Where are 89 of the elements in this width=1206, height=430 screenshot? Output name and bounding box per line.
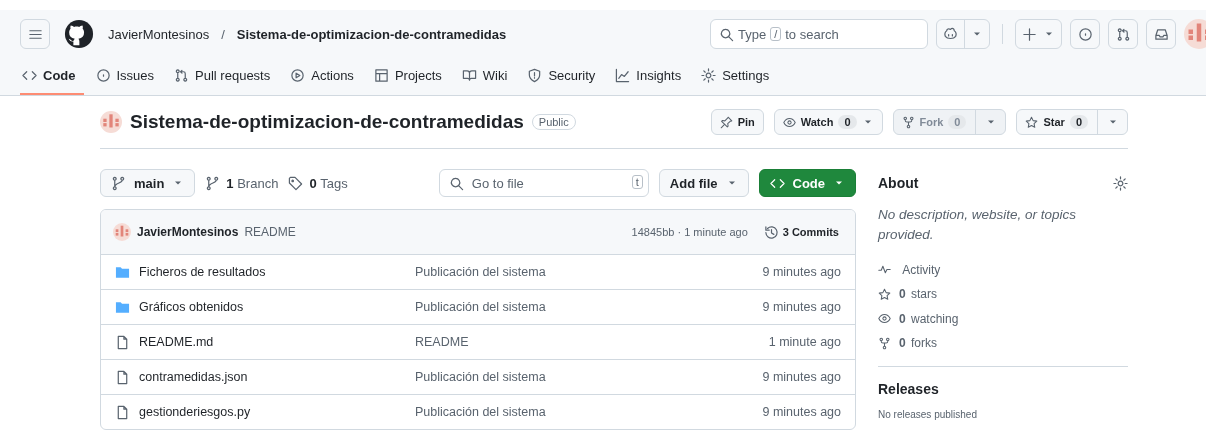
repo-link[interactable]: Sistema-de-optimizacion-de-contramedidas	[236, 26, 507, 42]
commit-message-link[interactable]: README	[415, 335, 769, 349]
commit-message-link[interactable]: Publicación del sistema	[415, 405, 763, 419]
folder-icon	[115, 264, 130, 280]
pull-request-icon	[1115, 26, 1131, 42]
search-icon	[448, 176, 464, 191]
pin-icon	[719, 115, 733, 129]
add-file-button[interactable]: Add file	[658, 169, 749, 197]
releases-text: No releases published	[878, 408, 978, 420]
repo-title: Sistema-de-optimizacion-de-contramedidas	[130, 111, 524, 133]
file-link[interactable]: gestionderiesgos.py	[139, 405, 251, 419]
about-link[interactable]: 0 watching	[878, 306, 1128, 331]
file-link[interactable]: contramedidas.json	[139, 370, 248, 384]
play-icon	[290, 68, 306, 83]
commit-message[interactable]: README	[244, 225, 296, 239]
issues-button[interactable]	[1070, 19, 1100, 49]
code-button[interactable]: Code	[758, 169, 856, 197]
pull-requests-button[interactable]	[1108, 19, 1138, 49]
commits-link[interactable]: 3 Commits	[763, 224, 839, 240]
shield-icon	[527, 68, 543, 83]
repo-tab[interactable]: Security	[519, 58, 604, 95]
folder-icon	[115, 299, 130, 315]
file-time: 9 minutes ago	[762, 405, 841, 419]
pull-request-icon	[174, 68, 190, 83]
history-icon	[763, 224, 779, 240]
about-heading: About	[878, 175, 919, 191]
create-button[interactable]	[1015, 19, 1062, 49]
branch-icon	[111, 175, 126, 191]
file-link[interactable]: README.md	[139, 335, 214, 349]
logo-icon[interactable]	[64, 19, 94, 49]
commit-message-link[interactable]: Publicación del sistema	[415, 370, 763, 384]
fork-icon	[901, 115, 915, 129]
about-link[interactable]: 0 stars	[878, 282, 1128, 307]
branch-icon	[205, 175, 221, 191]
about-link[interactable]: 0 forks	[878, 331, 1128, 356]
repo-tab[interactable]: Issues	[87, 58, 163, 95]
fork-icon	[878, 336, 891, 350]
action-split-button[interactable]: Star 0	[1016, 109, 1128, 135]
code-icon	[22, 68, 37, 83]
tag-icon	[288, 175, 304, 191]
commit-meta: 14845bb · 1 minute ago	[631, 226, 748, 238]
avatar-icon	[113, 223, 131, 241]
commit-message-link[interactable]: Publicación del sistema	[415, 265, 763, 279]
star-icon	[878, 287, 891, 301]
commit-message-link[interactable]: Publicación del sistema	[415, 300, 763, 314]
action-split-button[interactable]: Watch 0	[773, 109, 883, 135]
file-link[interactable]: Ficheros de resultados	[139, 265, 266, 279]
menu-button[interactable]	[20, 19, 50, 49]
file-link[interactable]: Gráficos obtenidos	[139, 300, 244, 314]
owner-link[interactable]: JavierMontesinos	[108, 26, 210, 42]
file-time: 1 minute ago	[768, 335, 841, 349]
repo-tab[interactable]: Projects	[365, 58, 450, 95]
file-time: 9 minutes ago	[762, 265, 841, 279]
book-icon	[461, 68, 477, 83]
branches-link[interactable]: 1 Branch	[205, 175, 279, 191]
about-link[interactable]: Activity	[878, 257, 1128, 282]
repo-tab[interactable]: Code	[20, 58, 84, 95]
table-icon	[373, 68, 389, 83]
eye-icon	[878, 312, 891, 326]
about-description: No description, website, or topics provided.	[878, 206, 1078, 245]
file-time: 9 minutes ago	[762, 300, 841, 314]
eye-icon	[782, 115, 796, 129]
plus-icon	[1022, 26, 1037, 42]
shortcut-key: t	[631, 175, 643, 189]
file-icon	[115, 369, 130, 385]
repo-tab[interactable]: Wiki	[453, 58, 516, 95]
robot-icon	[943, 26, 958, 42]
path-separator: /	[221, 26, 225, 42]
graph-icon	[615, 68, 631, 83]
file-time: 9 minutes ago	[762, 370, 841, 384]
tags-link[interactable]: 0 Tags	[288, 175, 348, 191]
inbox-button[interactable]	[1146, 19, 1176, 49]
file-icon	[115, 404, 130, 420]
search-field[interactable]: Type / to search	[710, 19, 928, 49]
avatar-icon	[100, 111, 122, 133]
repo-tab[interactable]: Insights	[607, 58, 690, 95]
search-icon	[719, 26, 734, 42]
releases-heading: Releases	[878, 380, 940, 397]
commit-author[interactable]: JavierMontesinos	[137, 225, 239, 239]
file-icon	[115, 334, 130, 350]
repo-tab[interactable]: Actions	[282, 58, 362, 95]
avatar-icon[interactable]	[1184, 19, 1206, 49]
repo-tab[interactable]: Pull requests	[166, 58, 279, 95]
star-icon	[1025, 115, 1039, 129]
inbox-icon	[1153, 26, 1169, 42]
action-button[interactable]: Pin	[710, 109, 764, 135]
branch-button[interactable]: main	[100, 169, 196, 197]
repo-tab[interactable]: Settings	[693, 58, 778, 95]
copilot-button[interactable]	[936, 19, 990, 49]
